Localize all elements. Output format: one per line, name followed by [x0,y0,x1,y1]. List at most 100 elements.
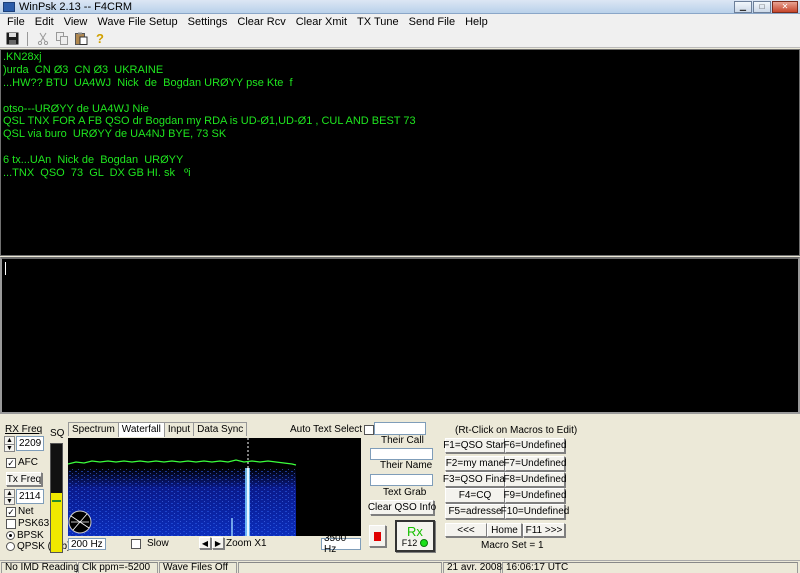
transmit-text-pane[interactable] [0,257,800,414]
stop-tx-button[interactable] [369,525,386,547]
receive-line: )urda CN Ø3 CN Ø3 UKRAINE [3,63,164,76]
signal-core [247,468,249,536]
menu-view[interactable]: View [59,16,93,28]
slow-check-box [131,538,141,549]
afc-label: AFC [18,457,38,468]
status-clock-ppm: Clk ppm=-5200 [78,562,158,573]
status-empty [238,562,442,573]
minimize-button[interactable]: ▁ [734,1,752,13]
help-icon[interactable]: ? [92,31,108,46]
rx-freq-spinner[interactable]: ▲ ▼ [4,436,15,452]
sq-label: SQ [50,428,65,439]
signal-trace-secondary [231,518,233,536]
text-grab-input[interactable] [370,474,433,486]
status-imd: No IMD Reading [1,562,79,573]
window-title: WinPsk 2.13 -- F4CRM [19,0,133,13]
zoom-right-button[interactable]: ▶ [212,537,224,549]
menu-wave-file-setup[interactable]: Wave File Setup [92,16,182,28]
net-checkbox[interactable]: ✓ Net [6,506,34,517]
zoom-label: Zoom X1 [226,538,267,549]
macro-f1-button[interactable]: F1=QSO Start [443,438,507,453]
menu-clear-rcv[interactable]: Clear Rcv [232,16,290,28]
macro-f3-button[interactable]: F3=QSO Final [443,472,507,487]
waterfall-display[interactable] [68,438,361,536]
psk63-checkbox[interactable]: PSK63 [6,518,49,529]
status-date: 21 avr. 2008 [443,562,502,573]
receive-line [3,90,797,103]
app-icon [3,1,15,12]
macros-header: (Rt-Click on Macros to Edit) [455,425,578,436]
text-grab-label[interactable]: Text Grab [383,487,426,498]
rx-freq-input[interactable]: 2209 [16,436,44,451]
macro-home-button[interactable]: Home [487,523,522,537]
text-caret [5,262,6,275]
tab-data-sync[interactable]: Data Sync [193,422,248,436]
net-label: Net [18,506,34,517]
their-call-input[interactable] [374,422,426,435]
maximize-button[interactable]: □ [753,1,771,13]
afc-check-box: ✓ [6,457,16,468]
tab-waterfall[interactable]: Waterfall [117,422,165,437]
status-bar: No IMD Reading Clk ppm=-5200 Wave Files … [0,560,800,573]
scale-low-label: 200 Hz [68,538,106,550]
rx-indicator-icon [420,538,429,547]
macro-next-button[interactable]: F11 >>> [523,523,565,537]
cut-icon[interactable] [35,31,51,46]
macro-f4-button[interactable]: F4=CQ [445,488,505,503]
macro-prev-button[interactable]: <<< [445,523,487,537]
close-button[interactable]: ✕ [772,1,798,13]
tx-freq-spinner[interactable]: ▲ ▼ [4,489,15,505]
receive-line [3,141,797,154]
net-check-box: ✓ [6,506,16,517]
receive-text-pane[interactable]: .KN28xj )urda CN Ø3 CN Ø3 UKRAINE ...HW?… [0,49,800,256]
bpsk-radio-dot [6,531,15,540]
save-icon[interactable] [4,31,20,46]
afc-checkbox[interactable]: ✓ AFC [6,457,38,468]
auto-text-select-checkbox[interactable]: Auto Text Select [290,424,375,435]
psk63-check-box [6,518,16,529]
tx-freq-button[interactable]: Tx Freq [6,472,42,486]
menu-bar: File Edit View Wave File Setup Settings … [0,14,800,30]
bpsk-label: BPSK [17,530,44,541]
squelch-threshold-marker[interactable] [52,500,61,502]
their-name-label: Their Name [380,460,433,471]
tx-freq-input[interactable]: 2114 [16,489,44,504]
toolbar-separator [27,31,28,46]
their-call-label: Their Call [381,435,424,446]
stop-icon [374,531,381,541]
receive-line: QSL via buro URØYY de UA4NJ BYE, 73 SK [3,128,227,141]
macro-f2-button[interactable]: F2=my mane [445,456,505,471]
macro-f10-button[interactable]: F10=Undefined [501,504,569,519]
rx-tx-button[interactable]: Rx F12 [395,520,435,552]
title-bar[interactable]: WinPsk 2.13 -- F4CRM ▁ □ ✕ [0,0,800,14]
tab-spectrum[interactable]: Spectrum [68,422,119,436]
macro-f6-button[interactable]: F6=Undefined [503,438,567,453]
menu-edit[interactable]: Edit [30,16,59,28]
macro-f8-button[interactable]: F8=Undefined [503,472,567,487]
slow-checkbox[interactable]: Slow [131,538,169,549]
menu-tx-tune[interactable]: TX Tune [352,16,404,28]
receive-line: .KN28xj [3,51,42,63]
display-tabs: Spectrum Waterfall Input Data Sync [68,422,248,437]
macro-f9-button[interactable]: F9=Undefined [503,488,567,503]
paste-icon[interactable] [73,31,89,46]
menu-help[interactable]: Help [460,16,493,28]
zoom-left-button[interactable]: ◀ [199,537,211,549]
tab-input[interactable]: Input [163,422,195,436]
menu-send-file[interactable]: Send File [404,16,460,28]
squelch-meter[interactable] [50,443,63,553]
macro-f7-button[interactable]: F7=Undefined [503,456,567,471]
copy-icon[interactable] [54,31,70,46]
auto-text-select-box [364,424,375,435]
macro-f5-button[interactable]: F5=adresse [445,504,505,519]
receive-line: ...TNX QSO 73 GL DX GB HI. sk ºi [3,167,191,180]
status-time: 16:06:17 UTC [502,562,798,573]
their-name-input[interactable] [370,448,433,460]
clear-qso-info-button[interactable]: Clear QSO Info [368,500,436,515]
rx-freq-label: RX Freq [5,424,43,435]
menu-clear-xmit[interactable]: Clear Xmit [291,16,352,28]
bpsk-radio[interactable]: BPSK [6,530,44,541]
menu-settings[interactable]: Settings [183,16,233,28]
psk-phase-scope [68,510,92,534]
menu-file[interactable]: File [2,16,30,28]
